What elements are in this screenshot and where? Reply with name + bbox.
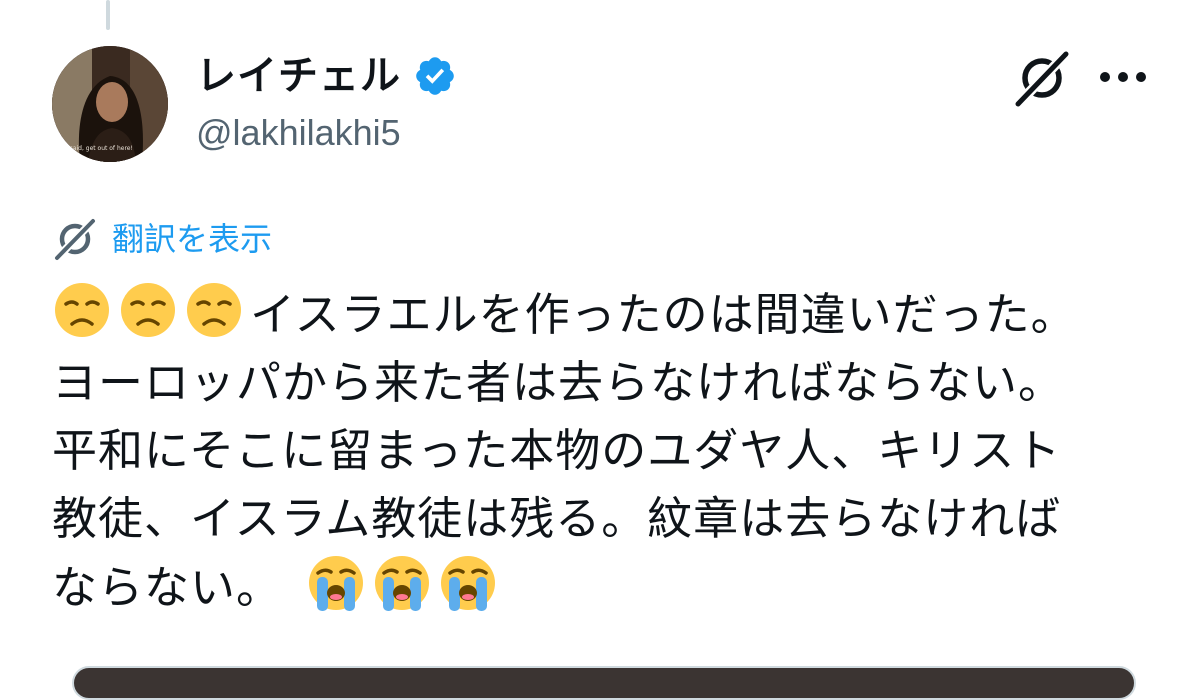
tweet-text-line: イスラエルを作ったのは間違いだった。 <box>250 288 1077 341</box>
verified-badge-icon <box>416 57 454 95</box>
translate-label[interactable]: 翻訳を表示 <box>112 214 272 264</box>
avatar-image: I said, get out of here! <box>52 46 168 162</box>
more-dot <box>1100 72 1110 82</box>
loudly-crying-face-emoji <box>372 553 432 613</box>
tweet-text-line: ヨーロッパから来た者は去らなければならない。 <box>52 356 1065 409</box>
thread-connector-line <box>106 0 110 30</box>
attached-media-preview[interactable] <box>72 666 1136 700</box>
author-handle[interactable]: @lakhilakhi5 <box>196 108 401 158</box>
disappointed-face-emoji <box>118 280 178 340</box>
disappointed-face-emoji <box>52 280 112 340</box>
author-display-name[interactable]: レイチェル <box>196 48 401 104</box>
more-options-icon[interactable] <box>1100 62 1146 92</box>
tweet-line-2: ヨーロッパから来た者は去らなければならない。 <box>52 349 1162 417</box>
author-name-row[interactable]: レイチェル <box>196 48 457 104</box>
avatar[interactable]: I said, get out of here! <box>52 46 168 162</box>
grok-translate-icon <box>53 217 97 262</box>
grok-icon[interactable] <box>1012 48 1072 108</box>
tweet-text-line: ならない。 <box>52 561 283 614</box>
tweet-text-line: 教徒、イスラム教徒は残る。紋章は去らなければ <box>52 492 1062 545</box>
avatar-caption: I said, get out of here! <box>66 145 133 152</box>
tweet-line-5: ならない。 <box>52 553 1162 622</box>
more-dot <box>1136 72 1146 82</box>
tweet-text: イスラエルを作ったのは間違いだった。 ヨーロッパから来た者は去らなければならない… <box>52 280 1162 622</box>
tweet-line-3: 平和にそこに留まった本物のユダヤ人、キリスト <box>52 417 1162 485</box>
tweet-line-1: イスラエルを作ったのは間違いだった。 <box>52 280 1162 349</box>
loudly-crying-face-emoji <box>306 553 366 613</box>
loudly-crying-face-emoji <box>438 553 498 613</box>
tweet-line-4: 教徒、イスラム教徒は残る。紋章は去らなければ <box>52 485 1162 553</box>
disappointed-face-emoji <box>184 280 244 340</box>
translate-link[interactable]: 翻訳を表示 <box>52 214 272 264</box>
more-dot <box>1118 72 1128 82</box>
tweet-text-line: 平和にそこに留まった本物のユダヤ人、キリスト <box>52 424 1062 477</box>
